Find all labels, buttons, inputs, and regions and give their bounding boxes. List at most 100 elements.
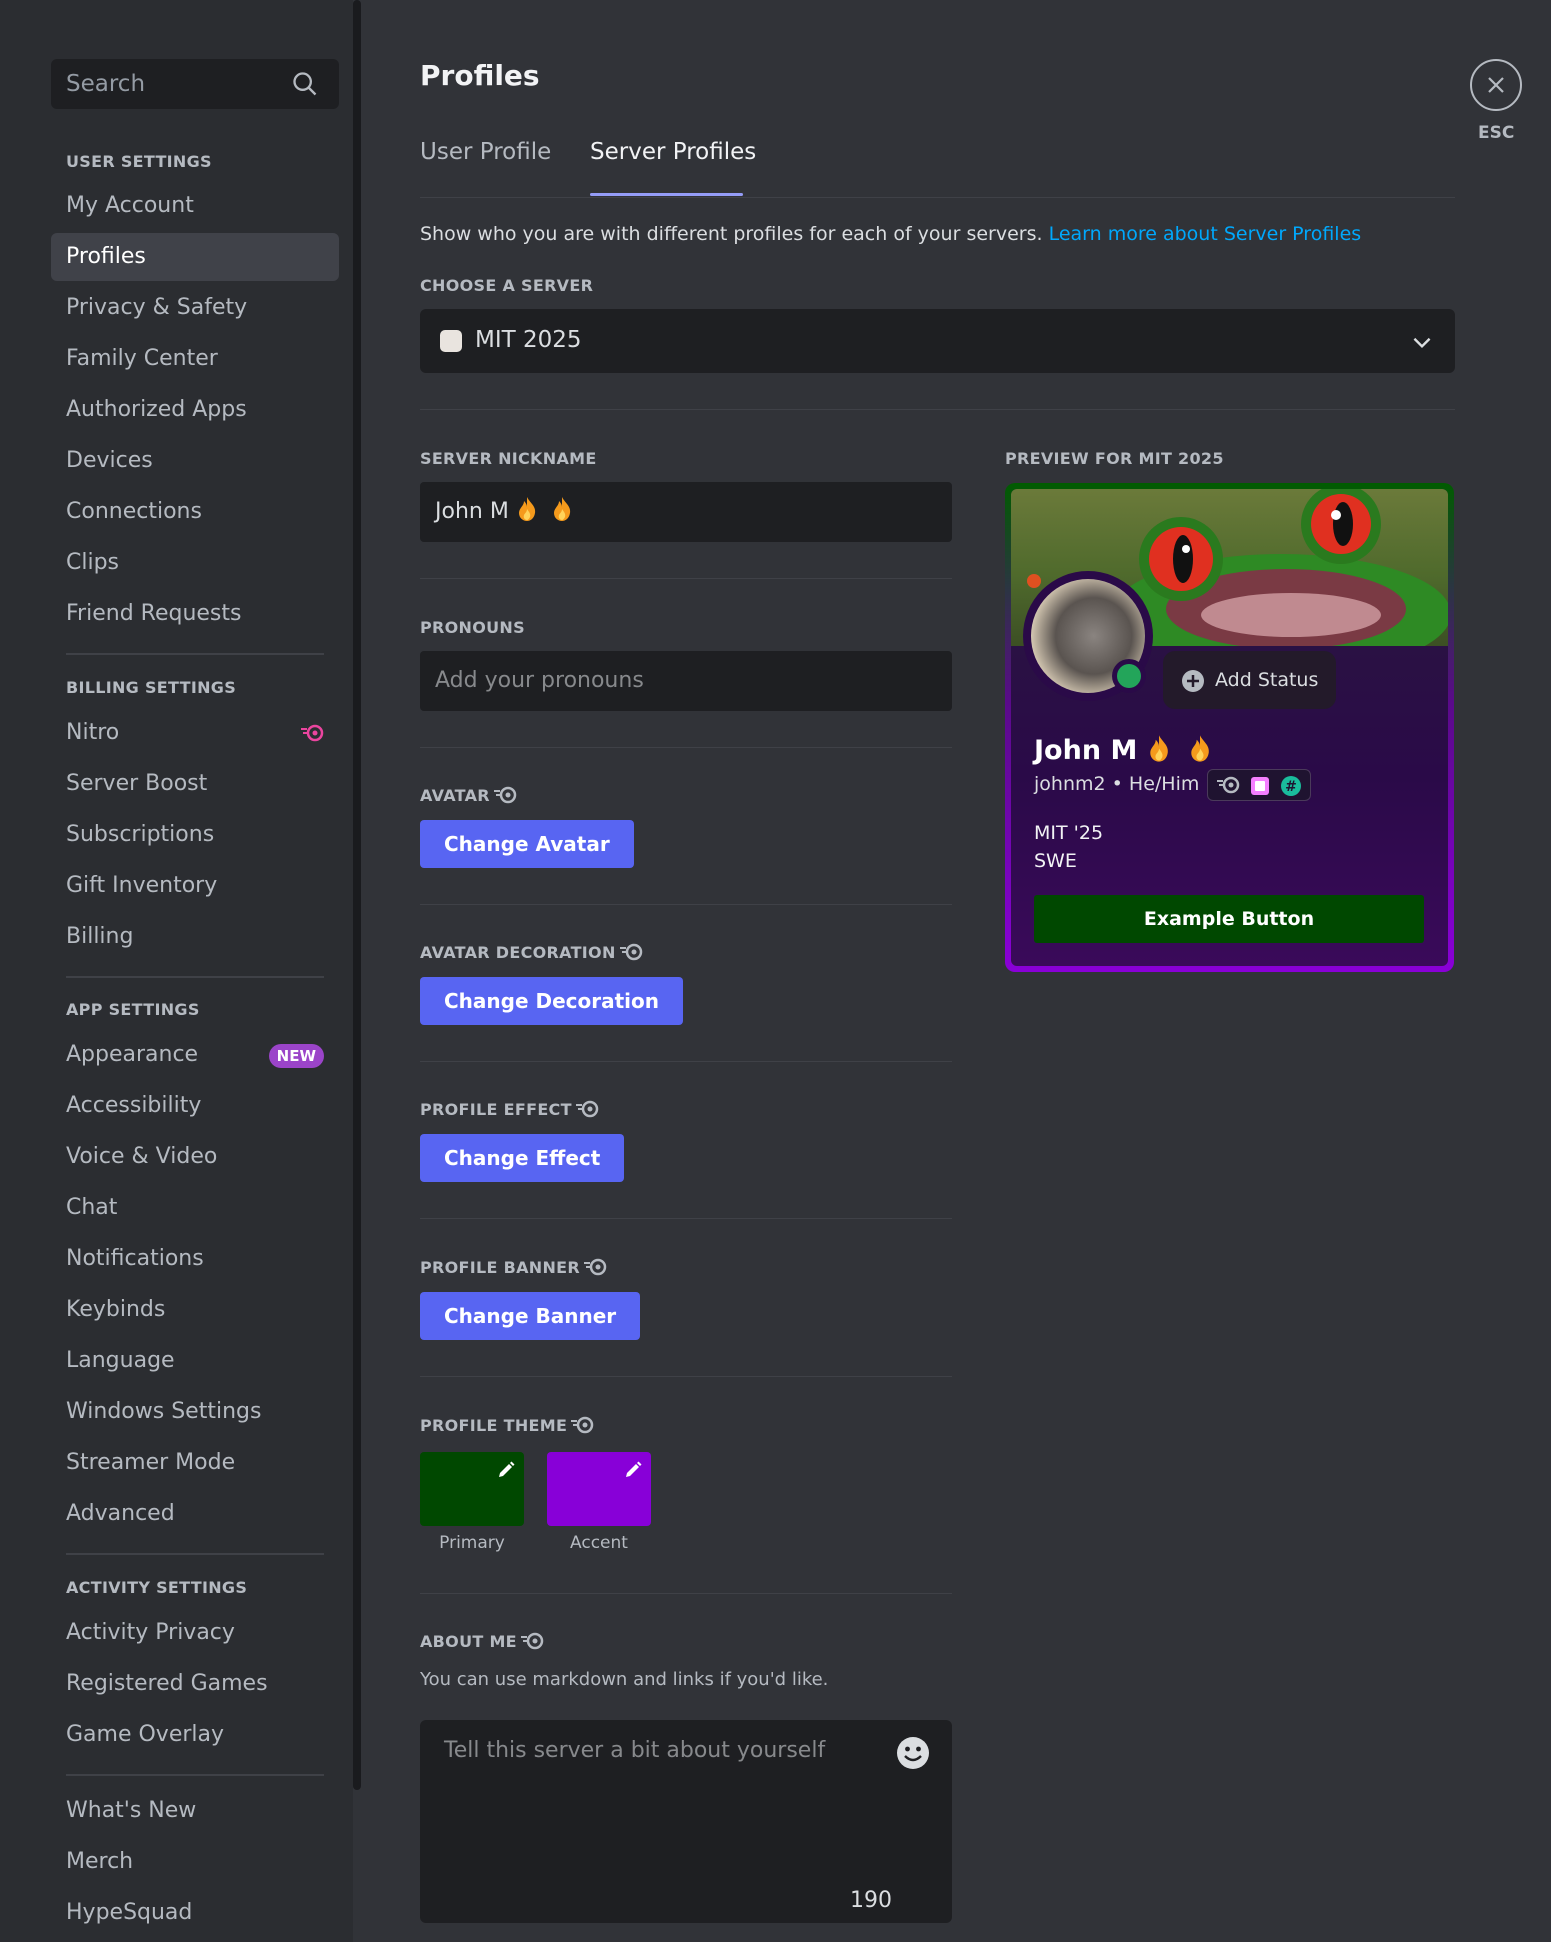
sidebar-item-streamer-mode[interactable]: Streamer Mode [51, 1439, 339, 1487]
section-divider [420, 578, 952, 579]
sidebar-item-advanced[interactable]: Advanced [51, 1490, 339, 1538]
sidebar-item-devices[interactable]: Devices [51, 437, 339, 485]
sidebar-item-billing[interactable]: Billing [51, 913, 339, 961]
sidebar-item-label: Appearance [66, 1042, 199, 1067]
sidebar-item-windows-settings[interactable]: Windows Settings [51, 1388, 339, 1436]
section-divider [420, 1593, 952, 1594]
hashtag-badge-icon[interactable]: # [1280, 775, 1302, 797]
profile-preview-inner: Add Status John M johnm2 • He/Him # MIT … [1011, 489, 1448, 966]
sidebar-divider [66, 653, 324, 655]
sidebar-item-activity-privacy[interactable]: Activity Privacy [51, 1609, 339, 1657]
profile-banner-label: PROFILE BANNER [420, 1258, 607, 1277]
sidebar-item-nitro[interactable]: Nitro [51, 709, 339, 757]
pronouns-label: PRONOUNS [420, 618, 525, 637]
close-button[interactable] [1470, 59, 1522, 111]
preview-name-text: John M [1034, 735, 1138, 766]
sidebar-item-accessibility[interactable]: Accessibility [51, 1082, 339, 1130]
pronouns-input[interactable]: Add your pronouns [420, 651, 952, 711]
example-button[interactable]: Example Button [1034, 895, 1424, 943]
pencil-icon [626, 1461, 642, 1477]
page-title: Profiles [420, 59, 540, 92]
sidebar-item-gift-inventory[interactable]: Gift Inventory [51, 862, 339, 910]
sidebar-item-privacy-safety[interactable]: Privacy & Safety [51, 284, 339, 332]
settings-sidebar: Search USER SETTINGS My Account Profiles… [0, 0, 353, 1942]
about-me-placeholder: Tell this server a bit about yourself [444, 1738, 826, 1763]
change-banner-button[interactable]: Change Banner [420, 1292, 641, 1340]
intro-text: Show who you are with different profiles… [420, 223, 1361, 245]
sidebar-item-subscriptions[interactable]: Subscriptions [51, 811, 339, 859]
close-icon [1488, 77, 1504, 93]
sidebar-item-language[interactable]: Language [51, 1337, 339, 1385]
sidebar-item-profiles[interactable]: Profiles [51, 233, 339, 281]
sidebar-item-merch[interactable]: Merch [51, 1838, 339, 1886]
sidebar-item-registered-games[interactable]: Registered Games [51, 1660, 339, 1708]
preview-separator: • [1111, 773, 1123, 795]
fire-icon [1191, 735, 1209, 762]
preview-pronouns: He/Him [1128, 773, 1200, 795]
server-icon [440, 330, 462, 352]
sidebar-item-whats-new[interactable]: What's New [51, 1787, 339, 1835]
section-divider [420, 747, 952, 748]
sidebar-item-keybinds[interactable]: Keybinds [51, 1286, 339, 1334]
server-select[interactable]: MIT 2025 [420, 309, 1455, 373]
plus-circle-icon [1182, 670, 1204, 692]
sidebar-item-label: Nitro [66, 720, 120, 745]
change-effect-button[interactable]: Change Effect [420, 1134, 625, 1182]
sidebar-item-clips[interactable]: Clips [51, 539, 339, 587]
tab-server-profiles[interactable]: Server Profiles [590, 139, 756, 165]
nitro-badge-icon[interactable] [1216, 776, 1240, 794]
add-status-label: Add Status [1215, 669, 1319, 691]
avatar-label-text: AVATAR [420, 786, 490, 805]
quest-badge-icon[interactable] [1250, 776, 1270, 796]
sidebar-item-server-boost[interactable]: Server Boost [51, 760, 339, 808]
section-divider [420, 1376, 952, 1377]
nitro-icon [571, 1416, 594, 1434]
nitro-icon [493, 786, 517, 804]
sidebar-item-my-account[interactable]: My Account [51, 182, 339, 230]
sidebar-item-friend-requests[interactable]: Friend Requests [51, 590, 339, 638]
nitro-icon [301, 724, 324, 742]
section-divider [420, 1218, 952, 1219]
avatar-decoration-label-text: AVATAR DECORATION [420, 943, 616, 962]
theme-accent-label: Accent [570, 1533, 628, 1553]
sidebar-item-game-overlay[interactable]: Game Overlay [51, 1711, 339, 1759]
preview-bio-line: SWE [1034, 850, 1077, 872]
profile-banner-label-text: PROFILE BANNER [420, 1258, 581, 1277]
about-me-hint: You can use markdown and links if you'd … [420, 1669, 829, 1690]
sidebar-item-authorized-apps[interactable]: Authorized Apps [51, 386, 339, 434]
sidebar-item-chat[interactable]: Chat [51, 1184, 339, 1232]
server-nickname-input[interactable]: John M [420, 482, 952, 542]
learn-more-link[interactable]: Learn more about Server Profiles [1049, 223, 1362, 245]
sidebar-item-voice-video[interactable]: Voice & Video [51, 1133, 339, 1181]
add-status-button[interactable]: Add Status [1163, 651, 1337, 709]
pencil-icon [499, 1461, 515, 1477]
change-decoration-button[interactable]: Change Decoration [420, 977, 684, 1025]
theme-primary-swatch[interactable] [420, 1452, 524, 1526]
theme-accent-swatch[interactable] [547, 1452, 651, 1526]
sidebar-item-appearance[interactable]: Appearance NEW [51, 1031, 339, 1079]
section-divider [420, 904, 952, 905]
change-avatar-button[interactable]: Change Avatar [420, 820, 634, 868]
fire-icon [553, 497, 570, 521]
profile-effect-label: PROFILE EFFECT [420, 1100, 599, 1119]
about-me-label-text: ABOUT ME [420, 1632, 517, 1651]
profile-effect-label-text: PROFILE EFFECT [420, 1100, 572, 1119]
tab-user-profile[interactable]: User Profile [420, 139, 551, 165]
search-placeholder: Search [66, 71, 146, 97]
profile-preview-card: Add Status John M johnm2 • He/Him # MIT … [1005, 483, 1454, 972]
sidebar-item-notifications[interactable]: Notifications [51, 1235, 339, 1283]
selected-server-name: MIT 2025 [475, 327, 582, 353]
preview-bio-line: MIT '25 [1034, 822, 1104, 844]
sidebar-divider [66, 976, 324, 978]
sidebar-item-family-center[interactable]: Family Center [51, 335, 339, 383]
preview-display-name: John M [1034, 734, 1212, 766]
nitro-icon [575, 1100, 599, 1118]
sidebar-scrollbar[interactable] [353, 0, 361, 1790]
character-counter: 190 [850, 1888, 892, 1913]
search-input[interactable]: Search [51, 59, 339, 109]
emoji-icon[interactable] [895, 1735, 931, 1771]
section-divider [420, 409, 1455, 410]
sidebar-item-hypesquad[interactable]: HypeSquad [51, 1889, 339, 1937]
sidebar-item-connections[interactable]: Connections [51, 488, 339, 536]
about-me-textarea[interactable]: Tell this server a bit about yourself 19… [420, 1720, 952, 1923]
